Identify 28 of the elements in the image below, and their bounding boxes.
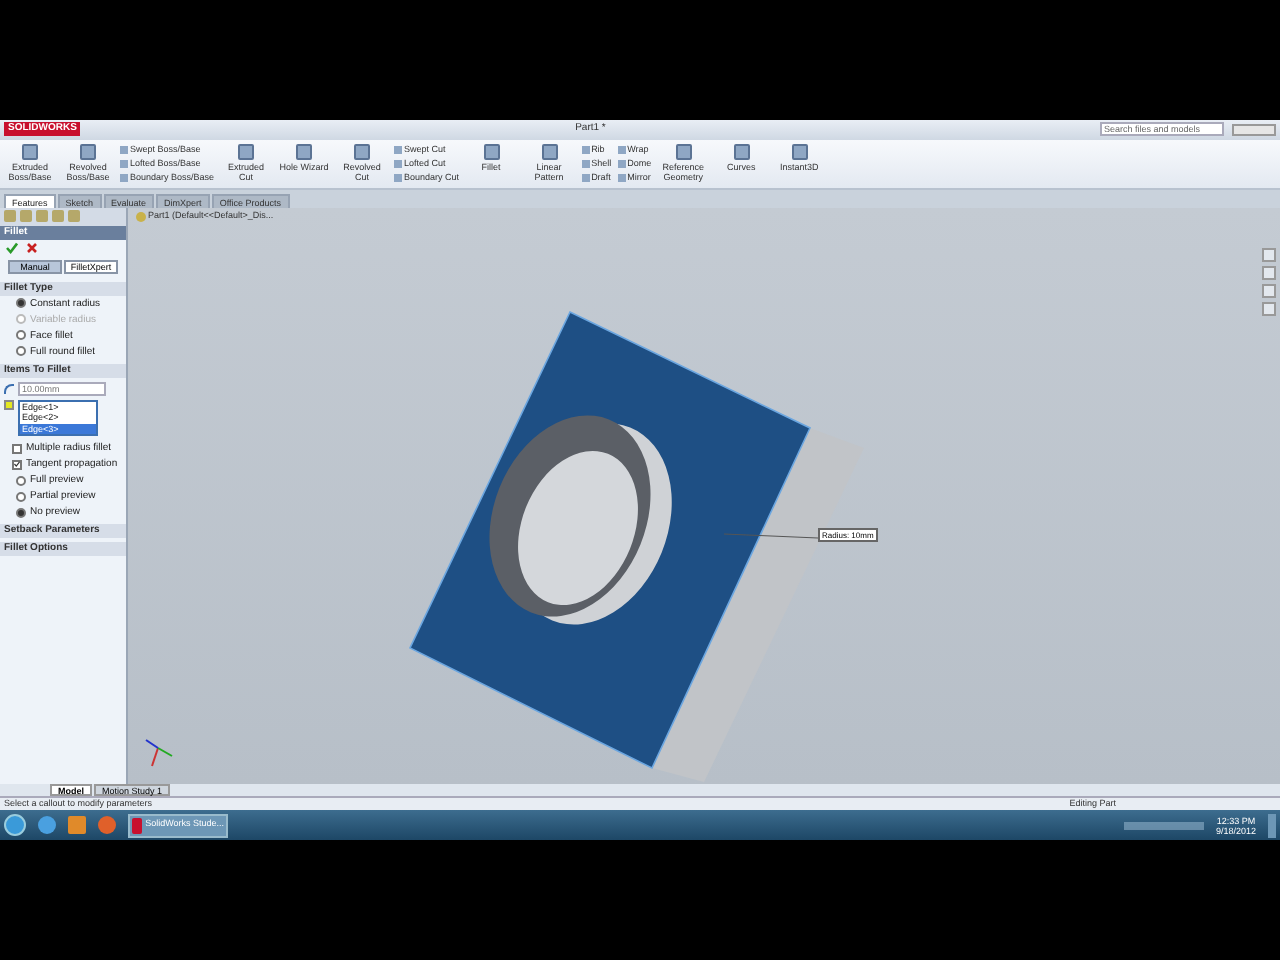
edge-selection-icon <box>4 399 14 410</box>
app-icon <box>132 817 142 834</box>
radio-button[interactable] <box>16 346 26 357</box>
axis-triad-icon <box>145 738 173 767</box>
radio-button[interactable] <box>16 491 26 502</box>
feature-icon <box>296 143 313 160</box>
radio-button[interactable] <box>16 475 26 486</box>
checkbox[interactable] <box>12 443 22 454</box>
feature-icon <box>541 143 558 160</box>
radio-button[interactable] <box>16 298 26 309</box>
ok-icon[interactable] <box>6 241 18 254</box>
feature-icon <box>791 143 808 160</box>
feature-icon <box>354 143 371 160</box>
checkbox[interactable] <box>12 459 22 470</box>
radio-button[interactable] <box>16 330 26 341</box>
leader-line <box>723 533 819 539</box>
show-desktop-button[interactable] <box>1268 813 1276 838</box>
feature-icon <box>483 143 500 160</box>
feature-icon <box>238 143 255 160</box>
start-button-icon[interactable] <box>4 814 26 837</box>
part-icon <box>136 211 146 222</box>
feature-icon <box>80 143 96 160</box>
feature-icon <box>22 143 38 160</box>
radius-icon <box>4 383 14 394</box>
radio-button[interactable] <box>16 507 26 518</box>
feature-icon <box>733 143 750 160</box>
feature-icon <box>675 143 692 160</box>
cancel-icon[interactable] <box>26 241 38 254</box>
